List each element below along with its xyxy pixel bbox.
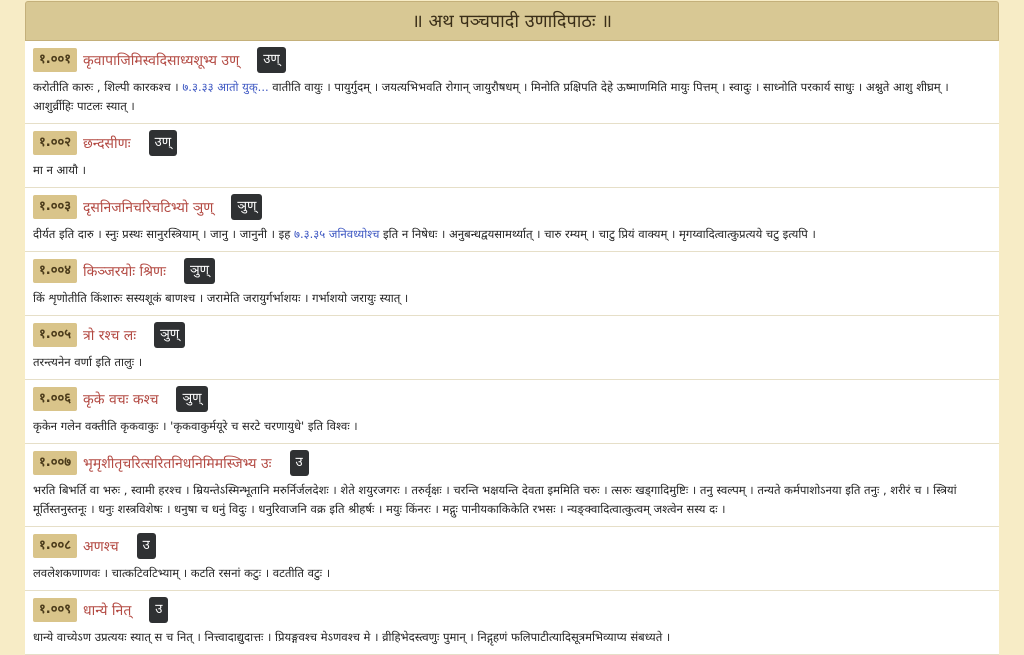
pratyaya-tag: ञुण्: [184, 258, 216, 284]
pratyaya-tag: ञुण्: [231, 194, 263, 220]
commentary: किं शृणोतीति किंशारुः सस्यशूकं बाणश्च । …: [33, 291, 409, 305]
list-item: १.००२ छन्दसीणः उण् मा न आयौ ।: [25, 124, 999, 188]
sutra-title[interactable]: दृसनिजनिचरिचटिभ्यो ञुण्: [83, 198, 213, 217]
pratyaya-tag: उण्: [148, 130, 178, 156]
list-item: १.००९ धान्ये नित् उ धान्ये वाच्येऽण उप्र…: [25, 591, 999, 655]
sutra-title[interactable]: छन्दसीणः: [83, 134, 131, 153]
commentary: कृकेन गलेन वक्तीति कृकवाकुः । 'कृकवाकुर्…: [33, 419, 358, 433]
commentary: भरति बिभर्ति वा भरुः , स्वामी हरश्च । म्…: [33, 483, 957, 516]
commentary: धान्ये वाच्येऽण उप्रत्ययः स्यात् स च नित…: [33, 630, 671, 644]
pratyaya-tag: उ: [149, 597, 169, 623]
sutra-number: १.००६: [33, 387, 77, 411]
pratyaya-tag: उण्: [257, 47, 286, 73]
sutra-number: १.००१: [33, 48, 77, 72]
sutra-number: १.००२: [33, 131, 77, 155]
pratyaya-tag: उ: [136, 533, 156, 559]
sutra-number: १.००५: [33, 323, 77, 347]
list-item: १.००८ अणश्च उ लवलेशकणाणवः । चात्कटिवटिभ्…: [25, 527, 999, 591]
commentary: मा न आयौ ।: [33, 163, 86, 177]
cross-reference-link[interactable]: ७.३.३५ जनिवध्योश्च: [294, 227, 379, 241]
list-item: १.००६ कृके वचः कश्च ञुण् कृकेन गलेन वक्त…: [25, 380, 999, 444]
page-container: ॥ अथ पञ्चपादी उणादिपाठः ॥ १.००१ कृवापाजि…: [25, 1, 999, 655]
list-item: १.००७ भृमृशीतृचरित्सरितनिधनिमिमस्जिभ्य उ…: [25, 444, 999, 527]
sutra-number: १.००४: [33, 259, 77, 283]
sutra-title[interactable]: किञ्जरयोः श्रिणः: [83, 262, 166, 281]
sutra-title[interactable]: त्रो रश्च लः: [83, 326, 136, 345]
commentary: दीर्यत इति दारु । स्नुः प्रस्थः सानुरस्त…: [33, 227, 816, 241]
sutra-number: १.००३: [33, 195, 77, 219]
pratyaya-tag: ञुण्: [154, 322, 186, 348]
sutra-title[interactable]: धान्ये नित्: [83, 601, 131, 620]
pratyaya-tag: ञुण्: [176, 386, 208, 412]
list-item: १.००४ किञ्जरयोः श्रिणः ञुण् किं शृणोतीति…: [25, 252, 999, 316]
list-item: १.००३ दृसनिजनिचरिचटिभ्यो ञुण् ञुण् दीर्य…: [25, 188, 999, 252]
list-item: १.००१ कृवापाजिमिस्वदिसाध्यशूभ्य उण् उण् …: [25, 41, 999, 124]
sutra-title[interactable]: भृमृशीतृचरित्सरितनिधनिमिमस्जिभ्य उः: [83, 454, 272, 473]
pratyaya-tag: उ: [289, 450, 309, 476]
sutra-number: १.००८: [33, 534, 77, 558]
commentary: तरन्त्यनेन वर्णा इति तालुः ।: [33, 355, 143, 369]
sutra-number: १.००९: [33, 598, 77, 622]
sutra-title[interactable]: अणश्च: [83, 537, 119, 556]
list-item: १.००५ त्रो रश्च लः ञुण् तरन्त्यनेन वर्णा…: [25, 316, 999, 380]
page-title: ॥ अथ पञ्चपादी उणादिपाठः ॥: [25, 1, 999, 41]
sutra-title[interactable]: कृके वचः कश्च: [83, 390, 159, 409]
sutra-title[interactable]: कृवापाजिमिस्वदिसाध्यशूभ्य उण्: [83, 51, 239, 70]
sutra-number: १.००७: [33, 451, 77, 475]
commentary: लवलेशकणाणवः । चात्कटिवटिभ्याम् । कटति रस…: [33, 566, 331, 580]
commentary: करोतीति कारुः , शिल्पी कारकश्च । ७.३.३३ …: [33, 80, 949, 113]
cross-reference-link[interactable]: ७.३.३३ आतो युक्...: [182, 80, 268, 94]
